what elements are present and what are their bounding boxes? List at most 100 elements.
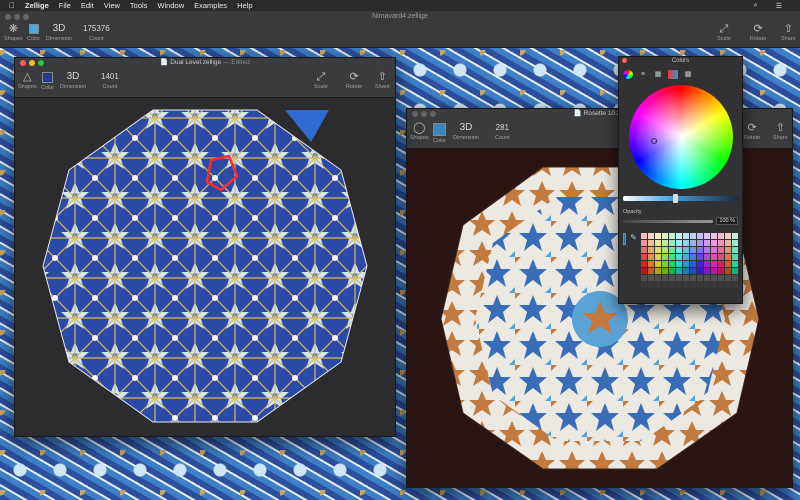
color-swatch-cell[interactable] (718, 240, 724, 246)
color-swatch-cell[interactable] (676, 254, 682, 260)
color-swatch-cell[interactable] (711, 261, 717, 267)
scale-tool[interactable]: ⤢ Scale (717, 22, 731, 42)
color-swatch-cell[interactable] (732, 240, 738, 246)
color-swatch-cell[interactable] (676, 240, 682, 246)
close-button[interactable] (412, 111, 418, 117)
color-swatch-cell[interactable] (718, 254, 724, 260)
shapes-tool[interactable]: ◯ Shapes (410, 121, 429, 141)
search-icon[interactable]: ⌕ (754, 2, 758, 10)
color-swatch-cell[interactable] (676, 275, 682, 281)
color-swatch-cell[interactable] (641, 240, 647, 246)
color-swatch-cell[interactable] (690, 282, 696, 288)
color-swatch-cell[interactable] (662, 240, 668, 246)
color-swatch-cell[interactable] (704, 247, 710, 253)
color-swatch-cell[interactable] (655, 247, 661, 253)
color-swatch-cell[interactable] (697, 282, 703, 288)
color-swatch-cell[interactable] (662, 247, 668, 253)
color-swatch-cell[interactable] (725, 268, 731, 274)
color-swatch-cell[interactable] (690, 233, 696, 239)
color-swatch-cell[interactable] (676, 261, 682, 267)
color-swatch-cell[interactable] (648, 240, 654, 246)
color-swatch-cell[interactable] (711, 254, 717, 260)
shapes-tool[interactable]: △ Shapes (18, 70, 37, 90)
sliders-icon[interactable]: ≡ (638, 70, 648, 79)
color-swatch-cell[interactable] (690, 240, 696, 246)
color-swatch-cell[interactable] (704, 282, 710, 288)
color-swatch-cell[interactable] (655, 240, 661, 246)
color-swatch-cell[interactable] (669, 247, 675, 253)
color-swatch-cell[interactable] (662, 282, 668, 288)
menu-window[interactable]: Window (157, 1, 184, 10)
color-swatch-cell[interactable] (683, 254, 689, 260)
color-swatch-cell[interactable] (669, 233, 675, 239)
color-swatch-cell[interactable] (676, 282, 682, 288)
rotate-tool[interactable]: ⟳ Rotate (750, 22, 766, 42)
color-wheel[interactable] (628, 85, 733, 189)
color-swatch-cell[interactable] (711, 282, 717, 288)
color-swatch-cell[interactable] (725, 275, 731, 281)
color-swatch-cell[interactable] (697, 240, 703, 246)
color-swatch-cell[interactable] (655, 268, 661, 274)
close-button[interactable] (20, 60, 26, 66)
color-swatch-cell[interactable] (655, 282, 661, 288)
color-swatch-cell[interactable] (690, 254, 696, 260)
color-swatch-cell[interactable] (683, 233, 689, 239)
close-button[interactable] (622, 58, 627, 63)
current-color-well[interactable] (623, 233, 627, 245)
color-swatch-cell[interactable] (669, 275, 675, 281)
zoom-button[interactable] (430, 111, 436, 117)
color-swatch-cell[interactable] (648, 261, 654, 267)
color-swatch-cell[interactable] (711, 240, 717, 246)
color-swatch-cell[interactable] (662, 261, 668, 267)
share-tool[interactable]: ⇧ Share (773, 121, 788, 141)
color-swatch-cell[interactable] (648, 275, 654, 281)
color-swatch-cell[interactable] (641, 282, 647, 288)
color-swatch-cell[interactable] (711, 233, 717, 239)
minimize-button[interactable] (421, 111, 427, 117)
color-swatch-cell[interactable] (704, 275, 710, 281)
doc1-canvas[interactable] (15, 98, 395, 436)
menu-view[interactable]: View (104, 1, 120, 10)
color-swatch-cell[interactable] (732, 233, 738, 239)
color-swatch-cell[interactable] (725, 282, 731, 288)
color-swatch-cell[interactable] (718, 268, 724, 274)
color-swatch-cell[interactable] (648, 233, 654, 239)
color-swatch-cell[interactable] (655, 275, 661, 281)
color-swatch-cell[interactable] (676, 233, 682, 239)
color-swatch-cell[interactable] (704, 261, 710, 267)
color-swatch-cell[interactable] (648, 282, 654, 288)
color-wheel-marker[interactable] (650, 138, 657, 144)
color-swatch-cell[interactable] (732, 261, 738, 267)
color-swatch-cell[interactable] (711, 247, 717, 253)
color-swatch-cell[interactable] (641, 261, 647, 267)
opacity-slider[interactable] (623, 219, 714, 223)
color-swatch-cell[interactable] (711, 275, 717, 281)
menu-edit[interactable]: Edit (81, 1, 94, 10)
scale-tool[interactable]: ⤢ Scale (314, 70, 328, 90)
color-swatch-cell[interactable] (725, 254, 731, 260)
color-swatch-cell[interactable] (718, 261, 724, 267)
menu-help[interactable]: Help (237, 1, 252, 10)
menu-tools[interactable]: Tools (130, 1, 148, 10)
rotate-tool[interactable]: ⟳ Rotate (744, 121, 760, 141)
color-swatch-cell[interactable] (662, 268, 668, 274)
color-swatch-cell[interactable] (641, 268, 647, 274)
eyedropper-icon[interactable]: ✎ (630, 233, 637, 288)
color-swatch-cell[interactable] (732, 275, 738, 281)
apple-icon[interactable]:  (9, 1, 15, 10)
rotate-tool[interactable]: ⟳ Rotate (346, 70, 362, 90)
share-tool[interactable]: ⇧ Share (375, 70, 390, 90)
palettes-icon[interactable]: ▦ (653, 70, 663, 79)
color-swatch-cell[interactable] (711, 268, 717, 274)
color-swatch-cell[interactable] (732, 282, 738, 288)
color-swatch-cell[interactable] (655, 254, 661, 260)
list-icon[interactable]: ☰ (776, 2, 782, 10)
color-swatch-cell[interactable] (669, 261, 675, 267)
color-swatch-cell[interactable] (690, 268, 696, 274)
color-swatch-cell[interactable] (662, 254, 668, 260)
color-swatch-cell[interactable] (725, 261, 731, 267)
color-swatch-cell[interactable] (732, 247, 738, 253)
color-swatch-cell[interactable] (676, 268, 682, 274)
color-swatch-cell[interactable] (718, 247, 724, 253)
color-swatch-cell[interactable] (669, 268, 675, 274)
